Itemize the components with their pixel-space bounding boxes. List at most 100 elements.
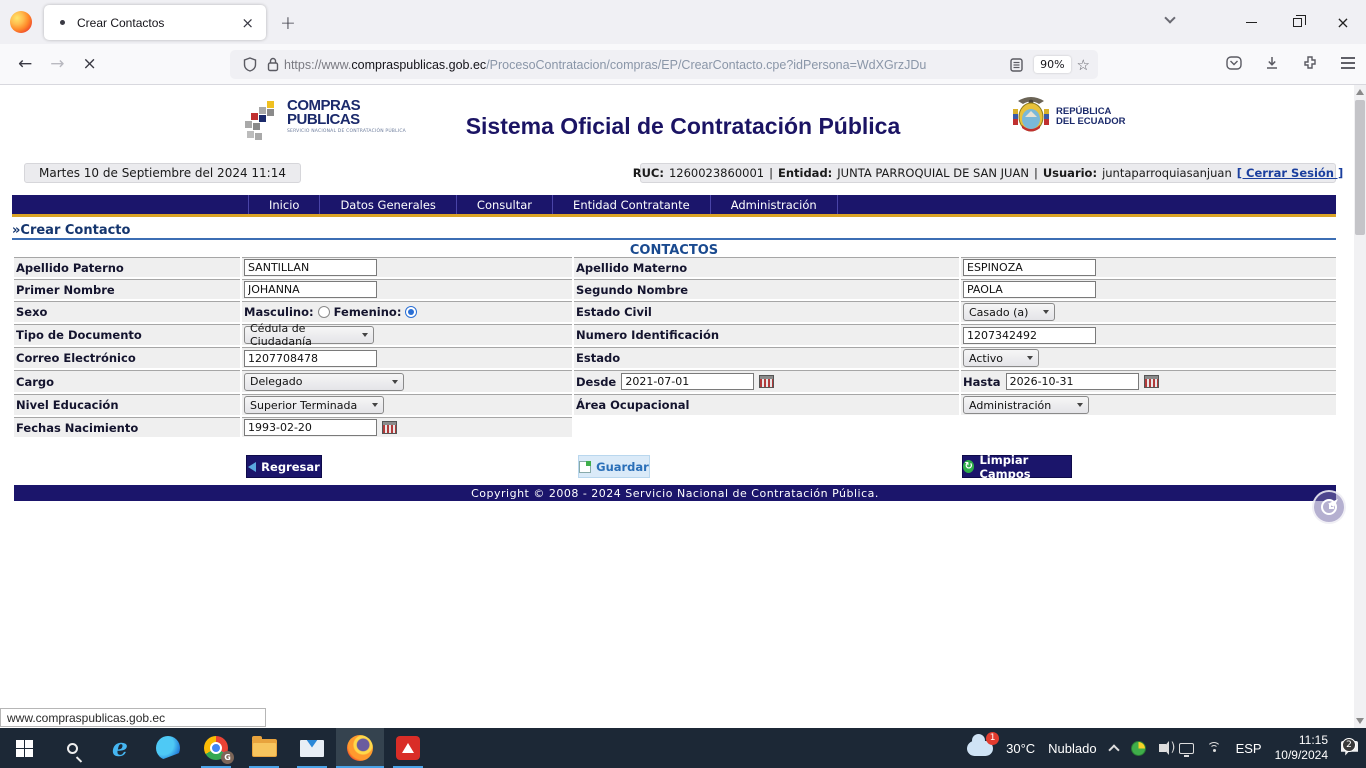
- stop-button[interactable]: ×: [83, 54, 97, 74]
- limpiar-campos-button[interactable]: ↻ Limpiar Campos: [962, 455, 1072, 478]
- nav-gold-underline: [12, 214, 1336, 217]
- clock-widget[interactable]: 11:15 10/9/2024: [1275, 733, 1328, 763]
- start-button[interactable]: [0, 728, 48, 768]
- scroll-up-icon[interactable]: [1356, 89, 1364, 95]
- pocket-icon[interactable]: [1226, 55, 1242, 75]
- estado-civil-select[interactable]: Casado (a): [963, 303, 1055, 321]
- lock-icon[interactable]: [267, 57, 279, 72]
- bookmark-star-icon[interactable]: ☆: [1077, 56, 1090, 74]
- antivirus-icon[interactable]: [1131, 741, 1146, 756]
- fecha-nacimiento-calendar-icon[interactable]: [382, 421, 397, 434]
- extensions-icon[interactable]: [1302, 55, 1318, 75]
- menu-hamburger-icon[interactable]: [1340, 55, 1356, 74]
- nav-item-entidad-contratante[interactable]: Entidad Contratante: [553, 195, 711, 214]
- acrobat-button[interactable]: [384, 728, 432, 768]
- femenino-radio[interactable]: [405, 306, 417, 318]
- scroll-down-icon[interactable]: [1356, 718, 1364, 724]
- downloads-icon[interactable]: [1264, 55, 1280, 75]
- hasta-calendar-icon[interactable]: [1144, 375, 1159, 388]
- close-button[interactable]: ×: [1320, 0, 1366, 44]
- tipo-documento-select[interactable]: Cédula de Ciudadanía: [244, 326, 374, 344]
- shield-icon[interactable]: [243, 57, 257, 72]
- primer-nombre-input[interactable]: [244, 281, 377, 298]
- fecha-nacimiento-input[interactable]: [244, 419, 377, 436]
- entity-label: Entidad:: [778, 166, 832, 180]
- weather-widget[interactable]: 1: [967, 741, 993, 756]
- entity-value: JUNTA PARROQUIAL DE SAN JUAN: [837, 166, 1029, 180]
- regresar-button[interactable]: Regresar: [246, 455, 322, 478]
- page-scrollbar[interactable]: [1354, 85, 1366, 728]
- weather-temp[interactable]: 30°C: [1006, 741, 1035, 756]
- fecha-nacimiento-label: Fechas Nacimiento: [14, 417, 240, 437]
- desde-label: Desde: [576, 375, 616, 389]
- file-explorer-button[interactable]: [240, 728, 288, 768]
- area-ocupacional-select[interactable]: Administración: [963, 396, 1089, 414]
- apellido-materno-input[interactable]: [963, 259, 1096, 276]
- search-button[interactable]: [48, 728, 96, 768]
- tipo-documento-label: Tipo de Documento: [14, 324, 240, 345]
- mail-button[interactable]: [288, 728, 336, 768]
- button-row: Regresar Guardar ↻ Limpiar Campos: [14, 455, 1336, 481]
- desde-input[interactable]: [621, 373, 754, 390]
- back-arrow-icon: [248, 462, 256, 472]
- nav-item-inicio[interactable]: Inicio: [248, 195, 320, 214]
- tray-expand-chevron-icon[interactable]: [1108, 744, 1119, 755]
- edge-button[interactable]: [144, 728, 192, 768]
- firefox-taskbar-button[interactable]: [336, 728, 384, 768]
- windows-logo-icon: [16, 740, 33, 757]
- browser-tab[interactable]: Crear Contactos ×: [44, 5, 266, 40]
- forward-button[interactable]: →: [50, 54, 64, 74]
- floating-timer-widget[interactable]: [1312, 490, 1346, 524]
- tray-time: 11:15: [1275, 733, 1328, 748]
- cargo-select[interactable]: Delegado: [244, 373, 404, 391]
- nav-item-consultar[interactable]: Consultar: [457, 195, 553, 214]
- back-button[interactable]: ←: [18, 54, 32, 74]
- new-tab-button[interactable]: +: [280, 12, 296, 34]
- status-bar-tooltip: www.compraspublicas.gob.ec: [0, 708, 266, 727]
- internet-explorer-button[interactable]: e: [96, 728, 144, 768]
- desde-calendar-icon[interactable]: [759, 375, 774, 388]
- language-indicator[interactable]: ESP: [1236, 741, 1262, 756]
- weather-condition[interactable]: Nublado: [1048, 741, 1096, 756]
- chrome-button[interactable]: G: [192, 728, 240, 768]
- logout-link[interactable]: [ Cerrar Sesión ]: [1237, 166, 1344, 180]
- nivel-educacion-label: Nivel Educación: [14, 394, 240, 415]
- correo-input[interactable]: [244, 350, 377, 367]
- wifi-icon[interactable]: [1207, 742, 1223, 754]
- toolbar-right-icons: [1226, 44, 1356, 85]
- url-bar[interactable]: https://www.compraspublicas.gob.ec/Proce…: [230, 50, 1098, 79]
- search-icon: [67, 743, 78, 754]
- zoom-indicator[interactable]: 90%: [1034, 56, 1070, 73]
- hasta-input[interactable]: [1006, 373, 1139, 390]
- nivel-educacion-select[interactable]: Superior Terminada: [244, 396, 384, 414]
- minimize-button[interactable]: [1228, 0, 1274, 44]
- scrollbar-thumb[interactable]: [1355, 100, 1365, 235]
- firefox-icon[interactable]: [10, 11, 32, 33]
- correo-label: Correo Electrónico: [14, 347, 240, 368]
- numero-identificacion-input[interactable]: [963, 327, 1096, 344]
- masculino-radio[interactable]: [318, 306, 330, 318]
- estado-civil-label: Estado Civil: [574, 301, 959, 322]
- reader-mode-icon[interactable]: [1010, 58, 1023, 72]
- tab-list-chevron-icon[interactable]: [1166, 14, 1176, 24]
- notification-center-button[interactable]: 2: [1341, 741, 1358, 756]
- segundo-nombre-input[interactable]: [963, 281, 1096, 298]
- restore-button[interactable]: [1274, 0, 1320, 44]
- estado-label: Estado: [574, 347, 959, 368]
- clean-icon: ↻: [963, 460, 974, 473]
- area-ocupacional-label: Área Ocupacional: [574, 394, 959, 415]
- nav-item-datos-generales[interactable]: Datos Generales: [320, 195, 456, 214]
- apellido-materno-label: Apellido Materno: [574, 257, 959, 277]
- info-row: Martes 10 de Septiembre del 2024 11:14 R…: [0, 163, 1366, 191]
- tab-close-icon[interactable]: ×: [239, 14, 256, 32]
- display-icon[interactable]: [1179, 743, 1194, 754]
- nav-item-administracion[interactable]: Administración: [711, 195, 838, 214]
- url-text: https://www.compraspublicas.gob.ec/Proce…: [284, 58, 1005, 72]
- volume-icon[interactable]: [1159, 744, 1166, 752]
- estado-select[interactable]: Activo: [963, 349, 1039, 367]
- ruc-value: 1260023860001: [669, 166, 764, 180]
- guardar-button[interactable]: Guardar: [578, 455, 650, 478]
- page-footer: Copyright © 2008 - 2024 Servicio Naciona…: [14, 485, 1336, 501]
- apellido-paterno-input[interactable]: [244, 259, 377, 276]
- breadcrumb: »Crear Contacto: [12, 223, 1336, 240]
